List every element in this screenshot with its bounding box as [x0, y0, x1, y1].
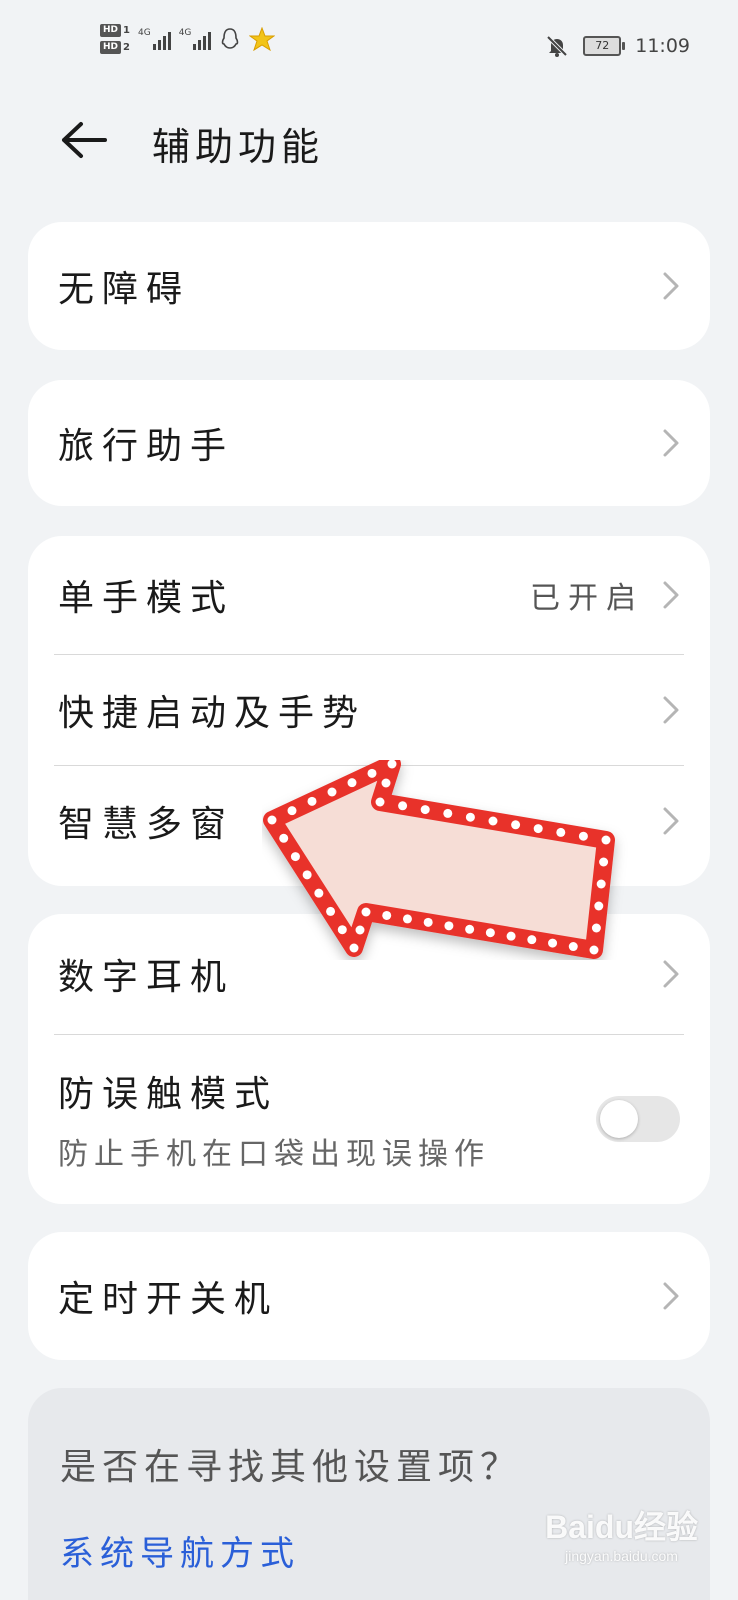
annotation-light — [594, 901, 604, 911]
arrow-left-icon — [62, 122, 107, 158]
suggestion-link-navigation[interactable]: 系统导航方式 — [60, 1526, 300, 1575]
back-button[interactable] — [54, 110, 114, 170]
row-text-block: 防误触模式 防止手机在口袋出现误操作 — [58, 1065, 490, 1173]
chevron-right-icon — [663, 581, 679, 609]
row-value: 已开启 — [530, 581, 644, 616]
row-digital-headset[interactable]: 数字耳机 — [28, 914, 710, 1034]
bell-off-icon — [546, 35, 568, 57]
baidu-watermark: Baidu经验 jingyan.baidu.com — [545, 1502, 698, 1564]
row-label: 定时开关机 — [58, 1279, 279, 1320]
star-badge-icon — [249, 27, 276, 51]
row-label: 智慧多窗 — [58, 804, 235, 845]
status-bar-left: HD 1 HD 2 4G 4G — [100, 24, 276, 54]
row-label: 数字耳机 — [58, 957, 235, 998]
card-travel: 旅行助手 — [28, 380, 710, 506]
row-quick-launch-gestures[interactable]: 快捷启动及手势 — [28, 655, 710, 765]
card-headset-mistouch: 数字耳机 防误触模式 防止手机在口袋出现误操作 — [28, 914, 710, 1204]
status-bar: HD 1 HD 2 4G 4G 72 11:09 — [0, 0, 738, 90]
chevron-right-icon — [663, 1282, 679, 1310]
row-one-hand-mode[interactable]: 单手模式 已开启 — [28, 536, 710, 654]
row-travel-assistant[interactable]: 旅行助手 — [28, 380, 710, 506]
card-scheduled-power: 定时开关机 — [28, 1232, 710, 1360]
watermark-logo: Baidu经验 — [545, 1509, 698, 1545]
clock: 11:09 — [635, 35, 690, 57]
signal-1-icon: 4G — [138, 28, 171, 50]
row-label: 快捷启动及手势 — [58, 693, 367, 734]
qq-icon — [222, 28, 239, 49]
row-label: 防误触模式 — [58, 1074, 279, 1115]
suggestion-panel: 是否在寻找其他设置项？ 系统导航方式 — [28, 1388, 710, 1600]
suggestion-question: 是否在寻找其他设置项？ — [60, 1447, 523, 1488]
watermark-url: jingyan.baidu.com — [565, 1548, 678, 1564]
anti-mistouch-toggle[interactable] — [596, 1096, 680, 1142]
row-label: 单手模式 — [58, 578, 235, 619]
chevron-right-icon — [663, 807, 679, 835]
chevron-right-icon — [663, 696, 679, 724]
battery-indicator: 72 — [583, 36, 626, 56]
row-smart-multi-window[interactable]: 智慧多窗 — [28, 766, 710, 876]
row-scheduled-power[interactable]: 定时开关机 — [28, 1232, 710, 1360]
row-accessibility[interactable]: 无障碍 — [28, 222, 710, 350]
page-header: 辅助功能 — [0, 100, 738, 180]
annotation-light — [314, 888, 324, 898]
row-anti-mistouch[interactable]: 防误触模式 防止手机在口袋出现误操作 — [28, 1035, 710, 1203]
sim2-indicator: HD 2 — [100, 41, 130, 54]
status-bar-right: 72 11:09 — [545, 34, 690, 58]
toggle-knob — [600, 1100, 638, 1138]
sim-indicators: HD 1 HD 2 — [100, 24, 130, 54]
chevron-right-icon — [663, 272, 679, 300]
signal-2-icon: 4G — [179, 28, 212, 50]
row-subtitle: 防止手机在口袋出现误操作 — [58, 1137, 490, 1172]
card-accessibility: 无障碍 — [28, 222, 710, 350]
card-gestures: 单手模式 已开启 快捷启动及手势 智慧多窗 — [28, 536, 710, 886]
row-label: 无障碍 — [58, 269, 191, 310]
page-title: 辅助功能 — [152, 125, 325, 169]
chevron-right-icon — [663, 429, 679, 457]
chevron-right-icon — [663, 960, 679, 988]
sim1-indicator: HD 1 — [100, 24, 130, 37]
row-label: 旅行助手 — [58, 426, 235, 467]
